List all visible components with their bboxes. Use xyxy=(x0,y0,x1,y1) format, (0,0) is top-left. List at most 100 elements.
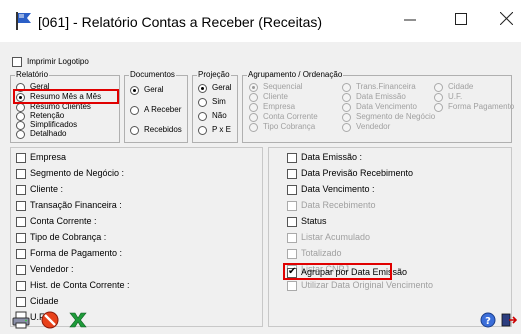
minimize-button[interactable] xyxy=(395,9,425,33)
filter-tipo-cobranca-checkbox[interactable] xyxy=(16,233,26,243)
agrup-tipo-cobranca-label: Tipo Cobrança xyxy=(263,122,316,131)
exit-icon[interactable] xyxy=(501,312,517,328)
filter-status-checkbox[interactable] xyxy=(287,217,297,227)
close-button[interactable] xyxy=(491,9,521,33)
maximize-icon xyxy=(455,13,467,25)
title-bar: [061] - Relatório Contas a Receber (Rece… xyxy=(0,0,521,42)
filter-conta-corrente-label: Conta Corrente : xyxy=(30,216,97,226)
filter-data-original-label: Utilizar Data Original Vencimento xyxy=(301,280,434,290)
agrup-cidade-label: Cidade xyxy=(448,82,474,91)
documentos-geral-label: Geral xyxy=(144,85,164,94)
agrup-empresa-label: Empresa xyxy=(263,102,296,111)
agrup-data-emissao-radio[interactable] xyxy=(342,93,351,102)
filter-forma-pagamento-checkbox[interactable] xyxy=(16,249,26,259)
documentos-recebidos-radio[interactable] xyxy=(130,126,139,135)
maximize-button[interactable] xyxy=(446,9,476,33)
filter-empresa-label: Empresa xyxy=(30,152,67,162)
agrup-trans-financeira-radio[interactable] xyxy=(342,83,351,92)
agrup-sequencial-radio[interactable] xyxy=(249,83,258,92)
filter-transacao-checkbox[interactable] xyxy=(16,201,26,211)
filter-data-previsao-checkbox[interactable] xyxy=(287,169,297,179)
filter-hist-conta-checkbox[interactable] xyxy=(16,281,26,291)
filter-listar-acumulado-checkbox[interactable] xyxy=(287,233,297,243)
excel-icon[interactable] xyxy=(68,310,88,330)
projecao-sim-radio[interactable] xyxy=(198,98,207,107)
agrup-segmento-negocio-radio[interactable] xyxy=(342,113,351,122)
agrup-conta-corrente-label: Conta Corrente xyxy=(263,112,318,121)
agrup-vendedor-radio[interactable] xyxy=(342,123,351,132)
documentos-a-receber-radio[interactable] xyxy=(130,106,139,115)
projecao-group-title: Projeção xyxy=(197,70,231,80)
agrup-cliente-label: Cliente xyxy=(263,92,288,101)
window-title: [061] - Relatório Contas a Receber (Rece… xyxy=(38,14,323,30)
agrup-trans-financeira-label: Trans.Financeira xyxy=(356,82,416,91)
svg-text:?: ? xyxy=(485,316,491,327)
filter-transacao-label: Transação Financeira : xyxy=(30,200,122,210)
relatorio-group-title: Relatório xyxy=(15,70,50,80)
filter-totalizado-checkbox[interactable] xyxy=(287,249,297,259)
filter-cliente-checkbox[interactable] xyxy=(16,185,26,195)
filter-hist-conta-label: Hist. de Conta Corrente : xyxy=(30,280,130,290)
documentos-group-title: Documentos xyxy=(129,70,176,80)
filter-conta-corrente-checkbox[interactable] xyxy=(16,217,26,227)
agrup-vendedor-label: Vendedor xyxy=(356,122,391,131)
agrup-cliente-radio[interactable] xyxy=(249,93,258,102)
filter-data-recebimento-label: Data Recebimento xyxy=(301,200,376,210)
agrup-forma-pagamento-label: Forma Pagamento xyxy=(448,102,515,111)
projecao-nao-radio[interactable] xyxy=(198,112,207,121)
relatorio-simplificados-radio[interactable] xyxy=(16,121,25,130)
filter-data-original-checkbox[interactable] xyxy=(287,281,297,291)
agrup-empresa-radio[interactable] xyxy=(249,103,258,112)
filter-tipo-cobranca-label: Tipo de Cobrança : xyxy=(30,232,107,242)
filter-cidade-label: Cidade xyxy=(30,296,59,306)
printer-icon[interactable] xyxy=(11,310,31,330)
projecao-pxe-label: P x E xyxy=(212,125,231,134)
relatorio-resumo-clientes-radio[interactable] xyxy=(16,103,25,112)
filter-data-recebimento-checkbox[interactable] xyxy=(287,201,297,211)
relatorio-detalhado-label: Detalhado xyxy=(30,129,67,138)
agrup-tipo-cobranca-radio[interactable] xyxy=(249,123,258,132)
agrup-forma-pagamento-radio[interactable] xyxy=(434,103,443,112)
report-flag-icon xyxy=(16,12,31,30)
filter-cidade-checkbox[interactable] xyxy=(16,297,26,307)
filter-cliente-label: Cliente : xyxy=(30,184,64,194)
agrup-sequencial-label: Sequencial xyxy=(263,82,303,91)
filter-vendedor-label: Vendedor : xyxy=(30,264,74,274)
cancel-icon[interactable] xyxy=(40,310,60,330)
minimize-icon xyxy=(404,19,416,21)
documentos-geral-radio[interactable] xyxy=(130,86,139,95)
filter-segmento-checkbox[interactable] xyxy=(16,169,26,179)
agrup-data-vencimento-radio[interactable] xyxy=(342,103,351,112)
projecao-geral-label: Geral xyxy=(212,83,232,92)
resumo-mes-highlight xyxy=(13,89,119,104)
filter-forma-pagamento-label: Forma de Pagamento : xyxy=(30,248,123,258)
projecao-geral-radio[interactable] xyxy=(198,84,207,93)
imprimir-logotipo-checkbox[interactable] xyxy=(12,57,22,67)
relatorio-detalhado-radio[interactable] xyxy=(16,130,25,139)
filter-data-vencimento-label: Data Vencimento : xyxy=(301,184,375,194)
agrup-conta-corrente-radio[interactable] xyxy=(249,113,258,122)
filter-segmento-label: Segmento de Negócio : xyxy=(30,168,125,178)
filter-listar-acumulado-label: Listar Acumulado xyxy=(301,232,371,242)
agrup-cidade-radio[interactable] xyxy=(434,83,443,92)
relatorio-retencao-radio[interactable] xyxy=(16,112,25,121)
projecao-pxe-radio[interactable] xyxy=(198,126,207,135)
agrup-uf-radio[interactable] xyxy=(434,93,443,102)
agrup-data-vencimento-label: Data Vencimento xyxy=(356,102,417,111)
report-form: Imprimir Logotipo Relatório Geral Resumo… xyxy=(0,42,521,334)
filter-data-vencimento-checkbox[interactable] xyxy=(287,185,297,195)
projecao-nao-label: Não xyxy=(212,111,227,120)
filter-data-emissao-checkbox[interactable] xyxy=(287,153,297,163)
projecao-sim-label: Sim xyxy=(212,97,226,106)
filter-vendedor-checkbox[interactable] xyxy=(16,265,26,275)
filter-data-previsao-label: Data Previsão Recebimento xyxy=(301,168,414,178)
filter-status-label: Status xyxy=(301,216,327,226)
agrupar-data-emissao-highlight xyxy=(283,263,392,280)
close-icon xyxy=(499,11,513,26)
help-icon[interactable]: ? xyxy=(480,312,496,328)
documentos-recebidos-label: Recebidos xyxy=(144,125,182,134)
filter-empresa-checkbox[interactable] xyxy=(16,153,26,163)
agrup-data-emissao-label: Data Emissão xyxy=(356,92,406,101)
filter-data-emissao-label: Data Emissão : xyxy=(301,152,363,162)
documentos-a-receber-label: A Receber xyxy=(144,105,182,114)
